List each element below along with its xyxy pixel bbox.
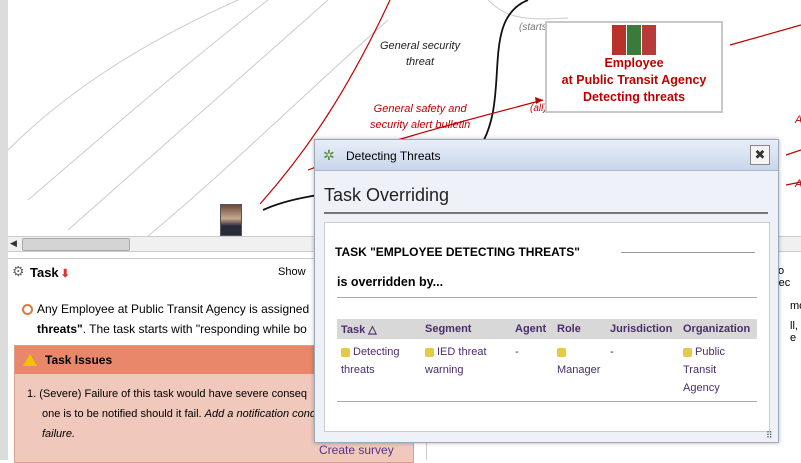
section-divider <box>621 252 755 253</box>
node-title-line2: at Public Transit Agency <box>561 73 707 87</box>
node-title-line3: Detecting threats <box>582 90 686 104</box>
bus-thumbnail-icon <box>611 25 657 55</box>
right-panel-fragment-2: mo <box>790 300 801 312</box>
detecting-threats-dialog: ✲ Detecting Threats ✖ Task Overriding TA… <box>314 139 779 443</box>
scroll-left-arrow-icon[interactable]: ◀ <box>10 238 17 249</box>
col-role[interactable]: Role <box>553 319 606 339</box>
table-header-row: Task △ Segment Agent Role Jurisdiction O… <box>337 319 757 339</box>
heading-divider <box>324 212 768 214</box>
edge-label-alert-bulletin[interactable]: General safety and security alert bullet… <box>370 101 470 133</box>
lock-icon <box>425 347 434 357</box>
task-panel-title[interactable]: Task ⬇ <box>30 265 70 280</box>
edge-label-security-threat[interactable]: General security threat <box>380 38 460 70</box>
dialog-titlebar[interactable]: ✲ Detecting Threats ✖ <box>315 140 778 171</box>
lock-icon <box>341 347 350 357</box>
right-panel-fragment-3: ll, e <box>790 320 798 344</box>
lock-icon <box>557 347 566 357</box>
dialog-content: TASK "EMPLOYEE DETECTING THREATS" is ove… <box>324 222 770 432</box>
right-marker-2: A <box>795 176 801 192</box>
section-subtitle: is overridden by... <box>337 275 444 289</box>
segment-link[interactable]: IED threat warning <box>425 346 487 376</box>
role-link[interactable]: Manager <box>557 364 600 376</box>
agent-cell: - <box>515 346 519 358</box>
lock-icon <box>683 347 692 357</box>
task-gear-icon: ✲ <box>323 147 335 163</box>
col-organization[interactable]: Organization <box>679 319 757 339</box>
jurisdiction-cell: - <box>610 346 614 358</box>
col-jurisdiction[interactable]: Jurisdiction <box>606 319 679 339</box>
scrollbar-thumb[interactable] <box>22 238 130 251</box>
employee-task-node[interactable]: Employee at Public Transit Agency Detect… <box>545 21 723 113</box>
dialog-title: Detecting Threats <box>346 149 441 163</box>
section-title: TASK "EMPLOYEE DETECTING THREATS" <box>335 245 580 259</box>
sort-down-arrow-icon[interactable]: ⬇ <box>61 268 70 280</box>
close-icon[interactable]: ✖ <box>750 145 770 165</box>
dialog-heading: Task Overriding <box>324 185 450 205</box>
bullet-icon <box>22 304 33 315</box>
overrides-table: Task △ Segment Agent Role Jurisdiction O… <box>337 319 757 401</box>
left-edge-bar <box>0 0 8 460</box>
col-task[interactable]: Task △ <box>337 319 421 339</box>
right-marker-1: A <box>795 112 801 128</box>
table-bottom-divider <box>337 401 757 402</box>
node-title-line1: Employee <box>604 56 664 70</box>
col-segment[interactable]: Segment <box>421 319 511 339</box>
warning-icon <box>23 354 37 366</box>
gear-icon[interactable]: ⚙ <box>12 263 25 280</box>
person-portrait-node[interactable] <box>220 204 242 236</box>
col-agent[interactable]: Agent <box>511 319 553 339</box>
table-row: Detecting threats IED threat warning - M… <box>337 339 757 401</box>
resize-grip-icon[interactable]: ⠿ <box>766 430 773 441</box>
subtitle-divider <box>337 297 757 298</box>
create-survey-link[interactable]: Create survey <box>319 443 394 457</box>
show-dropdown[interactable]: Show <box>278 266 306 278</box>
